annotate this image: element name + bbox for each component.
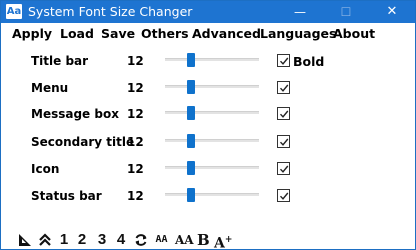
slider-track [165, 58, 259, 61]
row-label-status-bar: Status bar [31, 189, 102, 203]
preset-1-button[interactable]: 1 [58, 231, 70, 249]
row-label-menu: Menu [31, 81, 69, 95]
check-icon [279, 165, 289, 173]
bold-label: Bold [293, 54, 325, 69]
refresh-icon[interactable] [134, 231, 148, 249]
slider-thumb[interactable] [187, 188, 195, 202]
slider-track [165, 85, 259, 88]
row-value-icon: 12 [127, 162, 144, 176]
slider-track [165, 111, 259, 114]
check-icon [279, 192, 289, 200]
checkbox-status-bar[interactable] [277, 189, 290, 202]
row-label-message-box: Message box [31, 107, 119, 121]
corner-resize-icon[interactable] [18, 231, 32, 249]
font-small-button[interactable]: AA [154, 231, 169, 249]
slider-track [165, 139, 259, 142]
row-value-menu: 12 [127, 81, 144, 95]
slider-thumb[interactable] [187, 53, 195, 67]
check-icon [279, 138, 289, 146]
preset-3-button[interactable]: 3 [96, 231, 108, 249]
font-bigger-button[interactable]: A+ [214, 231, 233, 250]
row-label-secondary-title: Secondary title [31, 135, 135, 149]
slider-track [165, 193, 259, 196]
preset-4-button[interactable]: 4 [115, 231, 127, 249]
slider-message-box[interactable] [165, 106, 259, 120]
menu-about[interactable]: About [333, 26, 375, 41]
slider-status-bar[interactable] [165, 188, 259, 202]
checkbox-icon[interactable] [277, 162, 290, 175]
slider-thumb[interactable] [187, 80, 195, 94]
minimize-button[interactable]: — [277, 1, 323, 23]
menu-others[interactable]: Others [141, 26, 189, 41]
slider-thumb[interactable] [187, 106, 195, 120]
checkbox-menu[interactable] [277, 81, 290, 94]
window-title: System Font Size Changer [28, 4, 193, 19]
slider-thumb[interactable] [187, 134, 195, 148]
slider-title-bar[interactable] [165, 53, 259, 67]
slider-thumb[interactable] [187, 161, 195, 175]
slider-secondary-title[interactable] [165, 134, 259, 148]
row-label-title-bar: Title bar [31, 54, 89, 68]
plus-icon: + [224, 235, 233, 245]
check-icon [279, 110, 289, 118]
checkbox-title-bar[interactable] [277, 54, 290, 67]
slider-icon[interactable] [165, 161, 259, 175]
row-label-icon: Icon [31, 162, 60, 176]
menu-apply[interactable]: Apply [12, 26, 52, 41]
double-chevron-up-icon[interactable] [38, 231, 52, 249]
preset-2-button[interactable]: 2 [76, 231, 88, 249]
slider-menu[interactable] [165, 80, 259, 94]
menu-save[interactable]: Save [101, 26, 135, 41]
menu-bar: Apply Load Save Others Advanced Language… [1, 23, 415, 43]
check-icon [279, 57, 289, 65]
menu-advanced[interactable]: Advanced [192, 26, 261, 41]
menu-load[interactable]: Load [60, 26, 94, 41]
row-value-title-bar: 12 [127, 54, 144, 68]
checkbox-message-box[interactable] [277, 107, 290, 120]
font-medium-button[interactable]: AA [175, 231, 194, 249]
row-value-secondary-title: 12 [127, 135, 144, 149]
bottom-toolbar: 1 2 3 4 AA AA B A+ [1, 231, 415, 250]
font-bold-button[interactable]: B [197, 231, 210, 249]
title-bar[interactable]: Aa System Font Size Changer — ☐ ✕ [1, 1, 415, 23]
slider-track [165, 166, 259, 169]
menu-languages[interactable]: Languages [260, 26, 336, 41]
font-bigger-letter: A [214, 235, 225, 250]
checkbox-secondary-title[interactable] [277, 135, 290, 148]
maximize-button[interactable]: ☐ [323, 1, 369, 23]
row-value-message-box: 12 [127, 107, 144, 121]
row-value-status-bar: 12 [127, 189, 144, 203]
check-icon [279, 84, 289, 92]
app-logo-icon: Aa [6, 4, 22, 19]
close-button[interactable]: ✕ [369, 1, 415, 23]
app-window: Aa System Font Size Changer — ☐ ✕ Apply … [0, 0, 416, 250]
